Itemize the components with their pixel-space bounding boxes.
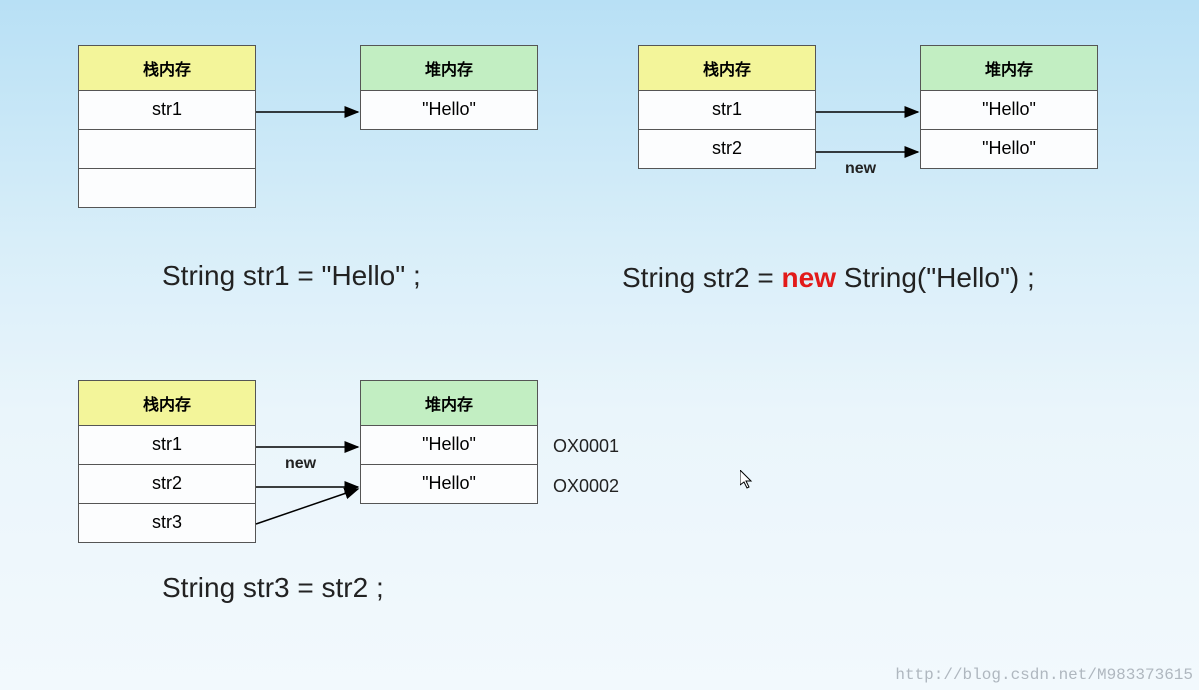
d1-stack-row1 bbox=[78, 130, 256, 169]
d2-stack-row0: str1 bbox=[638, 91, 816, 130]
d2-stack-table: 栈内存 str1 str2 bbox=[638, 45, 816, 169]
d2-code: String str2 = new String("Hello") ; bbox=[622, 262, 1035, 294]
d2-heap-header: 堆内存 bbox=[920, 45, 1098, 91]
d1-stack-header: 栈内存 bbox=[78, 45, 256, 91]
d1-heap-header: 堆内存 bbox=[360, 45, 538, 91]
d3-stack-row1: str2 bbox=[78, 465, 256, 504]
d2-heap-table: 堆内存 "Hello" "Hello" bbox=[920, 45, 1098, 169]
d3-stack-row2: str3 bbox=[78, 504, 256, 543]
d2-stack-row1: str2 bbox=[638, 130, 816, 169]
d2-heap-row0: "Hello" bbox=[920, 91, 1098, 130]
d3-addr1: OX0002 bbox=[553, 476, 619, 497]
d1-heap-table: 堆内存 "Hello" bbox=[360, 45, 538, 130]
d2-new-label: new bbox=[845, 160, 876, 178]
d1-stack-row2 bbox=[78, 169, 256, 208]
d3-addr0: OX0001 bbox=[553, 436, 619, 457]
d2-code-pre: String str2 = bbox=[622, 262, 782, 293]
d3-heap-header: 堆内存 bbox=[360, 380, 538, 426]
d1-heap-row0: "Hello" bbox=[360, 91, 538, 130]
watermark: http://blog.csdn.net/M983373615 bbox=[895, 666, 1193, 684]
d3-new-label: new bbox=[285, 455, 316, 473]
d3-stack-table: 栈内存 str1 str2 str3 bbox=[78, 380, 256, 543]
d3-heap-row1: "Hello" bbox=[360, 465, 538, 504]
d1-stack-row0: str1 bbox=[78, 91, 256, 130]
d2-code-post: String("Hello") ; bbox=[836, 262, 1035, 293]
d3-stack-header: 栈内存 bbox=[78, 380, 256, 426]
d2-code-new: new bbox=[782, 262, 836, 293]
d3-code: String str3 = str2 ; bbox=[162, 572, 384, 604]
d2-heap-row1: "Hello" bbox=[920, 130, 1098, 169]
d1-code: String str1 = "Hello" ; bbox=[162, 260, 421, 292]
d3-stack-row0: str1 bbox=[78, 426, 256, 465]
cursor-icon bbox=[740, 470, 756, 490]
d1-stack-table: 栈内存 str1 bbox=[78, 45, 256, 208]
d2-stack-header: 栈内存 bbox=[638, 45, 816, 91]
d3-heap-table: 堆内存 "Hello" "Hello" bbox=[360, 380, 538, 504]
d3-heap-row0: "Hello" bbox=[360, 426, 538, 465]
